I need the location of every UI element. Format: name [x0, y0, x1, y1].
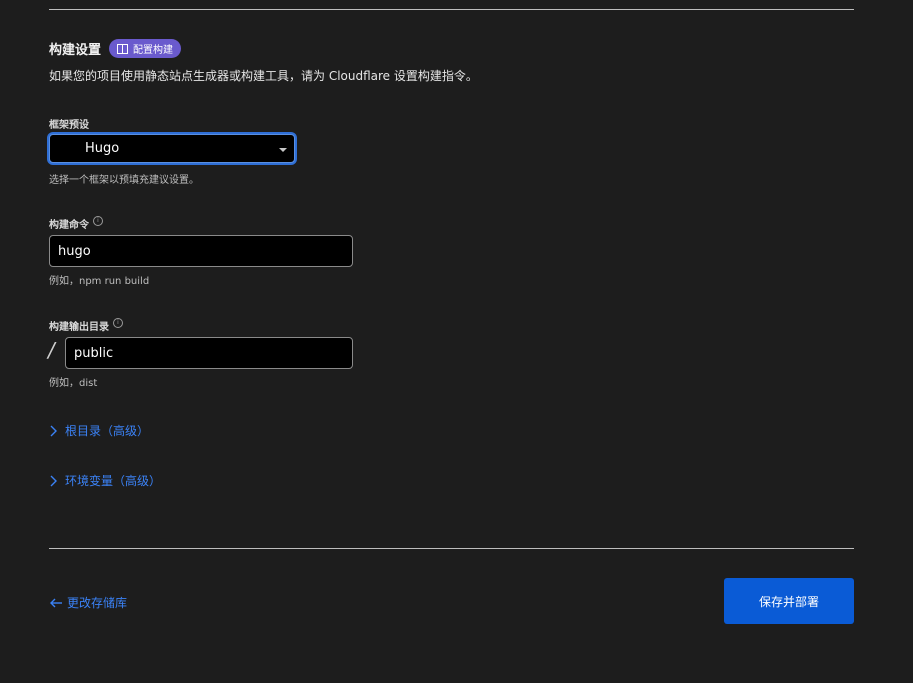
- chevron-right-icon: [50, 475, 57, 486]
- framework-preset-value: Hugo: [85, 141, 120, 156]
- build-command-label-text: 构建命令: [49, 220, 89, 231]
- build-command-help: 例如，npm run build: [49, 276, 150, 287]
- info-icon[interactable]: i: [113, 317, 123, 328]
- framework-preset-select[interactable]: Hugo: [49, 134, 295, 163]
- chevron-right-icon: [50, 425, 57, 436]
- badge-label: 配置构建: [133, 45, 174, 56]
- output-path-prefix: /: [48, 338, 55, 362]
- top-divider: [49, 9, 854, 10]
- arrow-left-icon: [50, 598, 62, 607]
- framework-preset-label: 框架预设: [49, 116, 89, 131]
- build-output-label-text: 构建输出目录: [49, 322, 109, 333]
- root-directory-label: 根目录（高级）: [65, 424, 150, 438]
- change-repository-label: 更改存储库: [67, 596, 128, 610]
- change-repository-link[interactable]: 更改存储库: [49, 594, 127, 611]
- build-settings-page: 构建设置 配置构建 如果您的项目使用静态站点生成器或构建工具，请为 Cloudf…: [0, 0, 913, 683]
- section-title: 构建设置: [49, 43, 102, 58]
- build-output-input[interactable]: [65, 337, 353, 369]
- build-output-label: 构建输出目录 i: [49, 317, 123, 333]
- build-command-label: 构建命令 i: [49, 215, 103, 231]
- build-settings-header: 构建设置 配置构建: [49, 39, 182, 58]
- build-command-input[interactable]: [49, 235, 353, 267]
- save-and-deploy-button[interactable]: 保存并部署: [724, 578, 854, 624]
- configure-build-badge[interactable]: 配置构建: [109, 39, 182, 58]
- root-directory-expander[interactable]: 根目录（高级）: [49, 422, 149, 439]
- framework-preset-label-text: 框架预设: [49, 120, 89, 131]
- environment-variables-label: 环境变量（高级）: [65, 474, 162, 488]
- framework-preset-help: 选择一个框架以预填充建议设置。: [49, 175, 199, 186]
- info-icon[interactable]: i: [93, 215, 103, 226]
- bottom-divider: [49, 548, 854, 549]
- environment-variables-expander[interactable]: 环境变量（高级）: [49, 472, 161, 489]
- book-icon: [117, 43, 129, 54]
- build-output-help: 例如，dist: [49, 378, 98, 389]
- chevron-down-icon: [279, 148, 287, 152]
- section-description: 如果您的项目使用静态站点生成器或构建工具，请为 Cloudflare 设置构建指…: [49, 69, 478, 83]
